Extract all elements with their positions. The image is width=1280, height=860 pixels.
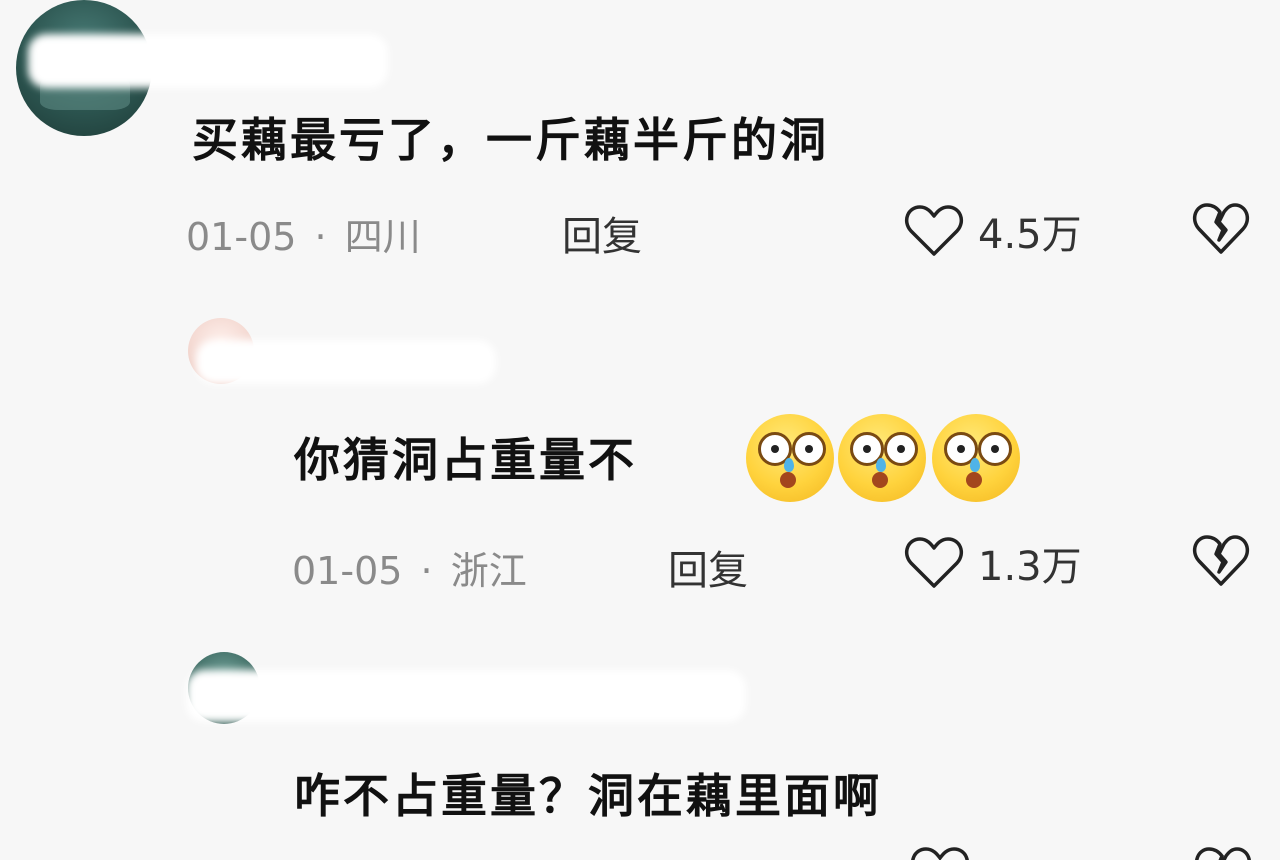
reply-button[interactable]: 回复 xyxy=(668,538,748,596)
meta-separator: · xyxy=(420,549,433,593)
astonished-crying-emoji xyxy=(932,414,1020,502)
comment-thread: 买藕最亏了，一斤藕半斤的洞 01-05 · 四川 回复 4.5万 你猜洞占重量不 xyxy=(0,0,1280,860)
broken-heart-icon xyxy=(1192,202,1250,256)
like-button[interactable]: 1.3万 xyxy=(904,534,1082,592)
comment-location: 四川 xyxy=(344,215,421,259)
heart-outline-icon[interactable] xyxy=(910,846,970,860)
username-redacted xyxy=(186,670,746,722)
astonished-crying-emoji xyxy=(838,414,926,502)
username-redacted xyxy=(28,34,388,88)
username-redacted xyxy=(196,340,496,384)
comment-text: 你猜洞占重量不 xyxy=(294,433,637,487)
reply-button[interactable]: 回复 xyxy=(562,204,642,262)
comment-text: 买藕最亏了，一斤藕半斤的洞 xyxy=(192,113,829,167)
broken-heart-icon xyxy=(1192,534,1250,588)
dislike-button[interactable] xyxy=(1192,202,1250,256)
broken-heart-icon[interactable] xyxy=(1194,846,1252,860)
comment-meta: 01-05 · 四川 xyxy=(186,206,421,261)
like-count: 4.5万 xyxy=(978,212,1082,258)
comment-location: 浙江 xyxy=(450,549,527,593)
like-count: 1.3万 xyxy=(978,544,1082,590)
dislike-button[interactable] xyxy=(1192,534,1250,588)
like-button[interactable]: 4.5万 xyxy=(904,202,1082,260)
comment-meta: 01-05 · 浙江 xyxy=(292,540,527,595)
meta-separator: · xyxy=(314,215,327,259)
comment-date: 01-05 xyxy=(186,215,297,259)
comment-date: 01-05 xyxy=(292,549,403,593)
heart-outline-icon xyxy=(904,536,964,590)
comment-text: 咋不占重量？洞在藕里面啊 xyxy=(294,769,882,823)
heart-outline-icon xyxy=(904,204,964,258)
astonished-crying-emoji xyxy=(746,414,834,502)
